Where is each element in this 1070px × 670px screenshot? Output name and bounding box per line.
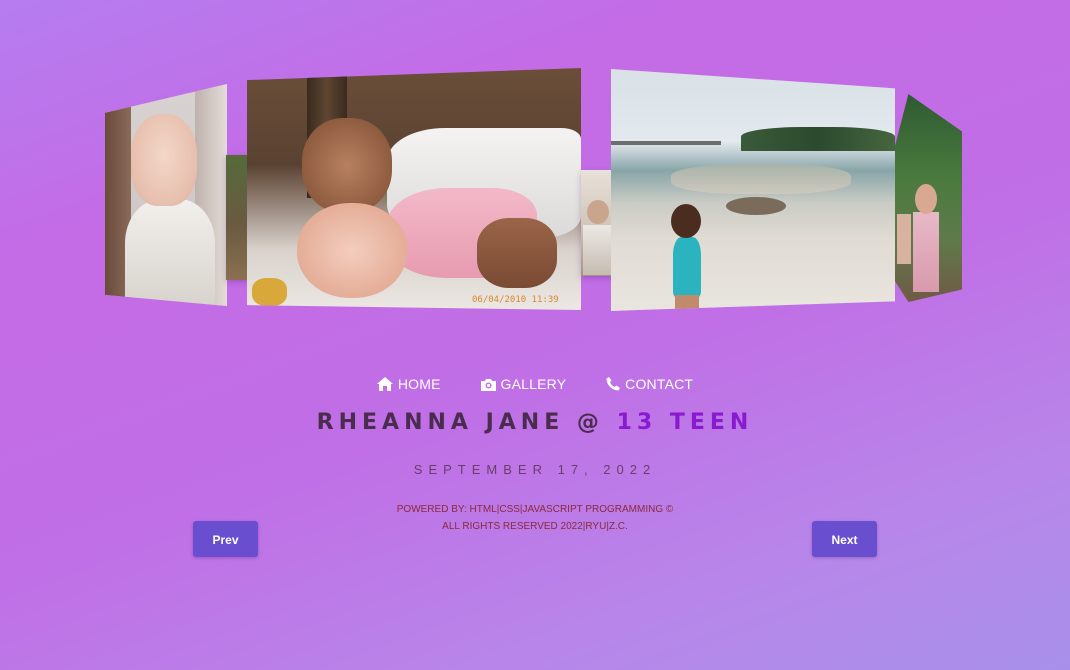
title-name: RHEANNA JANE @ [316,410,617,435]
carousel-photo-beach[interactable] [611,69,895,311]
footer-line-powered: POWERED BY: HTML|CSS|JAVASCRIPT PROGRAMM… [396,504,674,515]
title-highlight: 13 TEEN [616,410,754,435]
prev-button[interactable]: Prev [193,521,258,557]
carousel-photo-siblings[interactable]: 06/04/2010 11:39 [247,68,581,310]
next-button[interactable]: Next [812,521,877,557]
page-title: RHEANNA JANE @ 13 TEEN [0,410,1070,435]
home-icon [376,377,393,394]
carousel-photo-baby[interactable] [105,84,227,306]
nav-home-label: HOME [397,376,441,392]
carousel-photo-garden[interactable] [895,94,962,302]
page-date: SEPTEMBER 17, 2022 [413,462,657,477]
nav-home-link[interactable]: HOME [376,376,441,394]
carousel-photo-small[interactable] [581,170,613,276]
nav-contact-label: CONTACT [625,376,694,392]
footer-credits: POWERED BY: HTML|CSS|JAVASCRIPT PROGRAMM… [0,501,1070,535]
footer-line-rights: ALL RIGHTS RESERVED 2022|RYU|Z.C. [442,521,628,532]
nav-gallery-link[interactable]: GALLERY [480,376,567,394]
nav-contact-link[interactable]: CONTACT [606,376,693,394]
photo-carousel: 06/04/2010 11:39 [0,0,1070,330]
main-nav: HOME GALLERY CONTACT [0,376,1070,394]
camera-icon [480,378,496,394]
nav-gallery-label: GALLERY [500,376,567,392]
phone-icon [606,377,621,394]
carousel-photo-sliver[interactable] [226,155,250,280]
photo-date-stamp: 06/04/2010 11:39 [472,295,559,305]
